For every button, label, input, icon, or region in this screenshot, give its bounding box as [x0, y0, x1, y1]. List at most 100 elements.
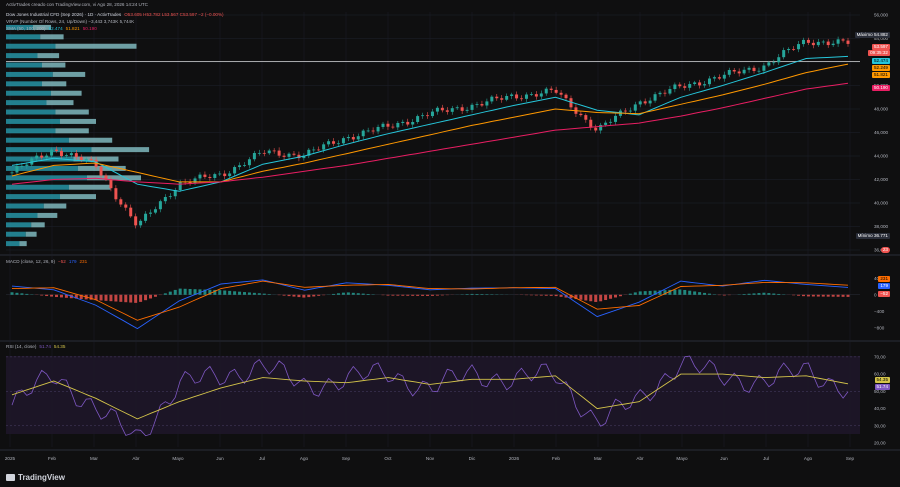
macd-legend[interactable]: MACD (close, 12, 26, 9) −52 179 231 — [6, 259, 90, 265]
time-tick-label: Nov — [426, 456, 435, 461]
sma200-tag: 51.821 — [871, 72, 890, 78]
macd-histogram-bar — [722, 294, 726, 296]
candle-body — [89, 158, 93, 160]
volume-profile-up-bar — [6, 184, 69, 190]
macd-histogram-bar — [806, 294, 810, 297]
volume-profile-down-bar — [69, 184, 111, 190]
macd-histogram-bar — [233, 291, 237, 295]
macd-pane — [6, 279, 860, 330]
macd-histogram-bar — [267, 294, 271, 295]
volume-profile-down-bar — [37, 53, 60, 59]
macd-histogram-bar — [242, 292, 246, 295]
macd-histogram-bar — [633, 292, 637, 295]
candle-body — [841, 39, 845, 41]
macd-histogram-bar — [183, 288, 187, 295]
candle-body — [549, 88, 553, 90]
candle-body — [84, 158, 88, 161]
candle-body — [831, 43, 835, 46]
time-tick-label: Mar — [594, 456, 602, 461]
candle-body — [361, 130, 365, 137]
macd-histogram-bar — [15, 292, 19, 295]
macd-histogram-bar — [757, 293, 761, 295]
candle-body — [371, 130, 375, 132]
macd-histogram-bar — [480, 294, 484, 295]
macd-histogram-bar — [168, 291, 172, 295]
macd-histogram-bar — [772, 293, 776, 295]
candle-body — [475, 104, 479, 105]
candle-body — [134, 216, 138, 226]
sma100-value: 51.821 — [65, 26, 80, 31]
candle-body — [50, 149, 54, 156]
candle-body — [782, 50, 786, 58]
macd-histogram-bar — [599, 294, 603, 302]
macd-histogram-bar — [247, 292, 251, 295]
macd-histogram-bar — [307, 294, 311, 298]
macd-histogram-bar — [678, 289, 682, 295]
macd-histogram-bar — [416, 294, 420, 296]
candle-body — [406, 121, 410, 125]
macd-tick-label: 0 — [874, 292, 877, 297]
macd-histogram-bar — [618, 294, 622, 297]
candle-body — [322, 144, 326, 150]
macd-histogram-bar — [549, 294, 553, 296]
price-tick-label: 44,000 — [874, 154, 888, 159]
volume-profile-up-bar — [6, 62, 42, 68]
rsi-legend[interactable]: RSI (14, close) 51.74 54.35 — [6, 344, 68, 350]
tradingview-logo[interactable]: TradingView — [6, 473, 65, 482]
macd-tick-label: −800 — [874, 325, 885, 330]
macd-histogram-bar — [554, 294, 558, 297]
candle-body — [524, 94, 528, 99]
candle-body — [445, 110, 449, 112]
candle-body — [792, 48, 796, 50]
sma200-value: 50.190 — [82, 26, 97, 31]
rsi-tag: 51.74 — [874, 384, 890, 390]
macd-histogram-bar — [292, 294, 296, 297]
macd-histogram-bar — [762, 292, 766, 295]
macd-histogram-bar — [539, 294, 543, 296]
time-tick-label: Feb — [552, 456, 560, 461]
candle-body — [584, 115, 588, 120]
macd-histogram-bar — [411, 294, 415, 296]
sma-legend[interactable]: SMA (50, 100, 200) 52.474 51.821 50.190 — [6, 26, 100, 32]
candle-body — [826, 41, 830, 46]
volume-profile-up-bar — [6, 71, 53, 77]
time-tick-label: Ago — [804, 456, 813, 461]
candle-body — [614, 115, 618, 122]
macd-histogram-bar — [638, 291, 642, 295]
symbol-legend[interactable]: Dow Jones Industrial CFD (Sep 2026) · 1D… — [6, 12, 227, 18]
flag-icon[interactable]: 23 — [880, 247, 890, 253]
rsi-band — [6, 356, 860, 434]
time-tick-label: 2026 — [509, 456, 520, 461]
candle-body — [99, 166, 103, 176]
price-tick-label: 38,000 — [874, 224, 888, 229]
candle-body — [168, 196, 172, 198]
macd-histogram-bar — [55, 294, 59, 298]
volume-profile-up-bar — [6, 109, 56, 115]
candle-body — [312, 149, 316, 151]
sma50-value: 52.474 — [48, 26, 63, 31]
volume-profile-down-bar — [91, 147, 150, 153]
chart-canvas[interactable]: 56,00054,00052,00050,00048,00046,00044,0… — [0, 0, 900, 487]
macd-histogram-bar — [124, 294, 128, 303]
macd-histogram-bar — [366, 293, 370, 295]
candle-body — [762, 65, 766, 71]
candle-body — [806, 39, 810, 43]
candle-body — [628, 110, 632, 112]
symbol-name[interactable]: Dow Jones Industrial CFD (Sep 2026) · 1D… — [6, 12, 121, 17]
macd-histogram-bar — [821, 294, 825, 297]
vrvp-legend[interactable]: VRVP (Number Of Rows, 24, Up/Down) −3,44… — [6, 19, 137, 25]
volume-profile-down-bar — [31, 222, 45, 228]
macd-histogram-bar — [119, 294, 123, 302]
candle-body — [712, 77, 716, 79]
candle-body — [208, 176, 212, 178]
macd-histogram-bar — [485, 294, 489, 295]
candle-body — [15, 166, 19, 173]
candle-body — [158, 201, 162, 210]
volume-profile-up-bar — [6, 34, 41, 40]
macd-histogram-bar — [317, 294, 321, 296]
candle-body — [25, 164, 29, 166]
candle-body — [153, 209, 157, 213]
macd-histogram-bar — [104, 294, 108, 301]
candle-body — [287, 153, 291, 157]
macd-histogram-bar — [109, 294, 113, 302]
